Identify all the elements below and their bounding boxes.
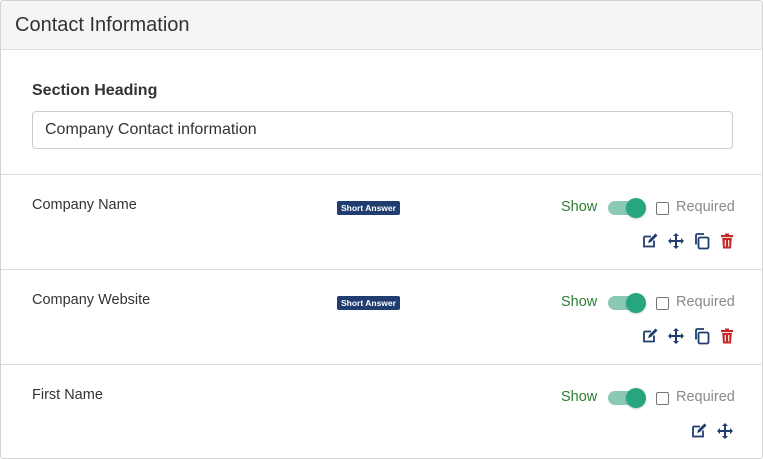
show-label: Show — [561, 199, 598, 215]
required-label: Required — [676, 294, 735, 310]
field-row-first-name: First Name Show Required — [1, 365, 762, 458]
trash-icon[interactable] — [718, 327, 736, 345]
section-heading-label: Section Heading — [32, 82, 158, 99]
required-checkbox[interactable] — [656, 392, 669, 405]
required-label: Required — [676, 389, 735, 405]
panel-title: Contact Information — [15, 14, 190, 36]
contact-information-panel: Contact Information Section Heading Comp… — [0, 0, 763, 459]
move-icon[interactable] — [716, 422, 734, 440]
field-label: Company Website — [32, 292, 151, 308]
edit-icon[interactable] — [641, 232, 659, 250]
trash-icon[interactable] — [718, 232, 736, 250]
field-type-badge: Short Answer — [337, 296, 400, 310]
copy-icon[interactable] — [693, 232, 711, 250]
section-heading-input[interactable] — [32, 111, 733, 149]
field-row-company-name: Company Name Short Answer Show Required — [1, 175, 762, 270]
toggle-knob — [626, 388, 646, 408]
field-label: First Name — [32, 387, 103, 403]
show-label: Show — [561, 294, 598, 310]
edit-icon[interactable] — [690, 422, 708, 440]
copy-icon[interactable] — [693, 327, 711, 345]
toggle-knob — [626, 293, 646, 313]
panel-header: Contact Information — [1, 1, 762, 50]
required-checkbox[interactable] — [656, 202, 669, 215]
section-heading-group: Section Heading — [1, 50, 762, 175]
move-icon[interactable] — [667, 232, 685, 250]
required-checkbox[interactable] — [656, 297, 669, 310]
show-toggle[interactable] — [608, 293, 646, 313]
show-toggle[interactable] — [608, 388, 646, 408]
field-type-badge: Short Answer — [337, 201, 400, 215]
field-row-company-website: Company Website Short Answer Show Requir… — [1, 270, 762, 365]
required-label: Required — [676, 199, 735, 215]
show-label: Show — [561, 389, 598, 405]
field-label: Company Name — [32, 197, 137, 213]
move-icon[interactable] — [667, 327, 685, 345]
toggle-knob — [626, 198, 646, 218]
edit-icon[interactable] — [641, 327, 659, 345]
show-toggle[interactable] — [608, 198, 646, 218]
